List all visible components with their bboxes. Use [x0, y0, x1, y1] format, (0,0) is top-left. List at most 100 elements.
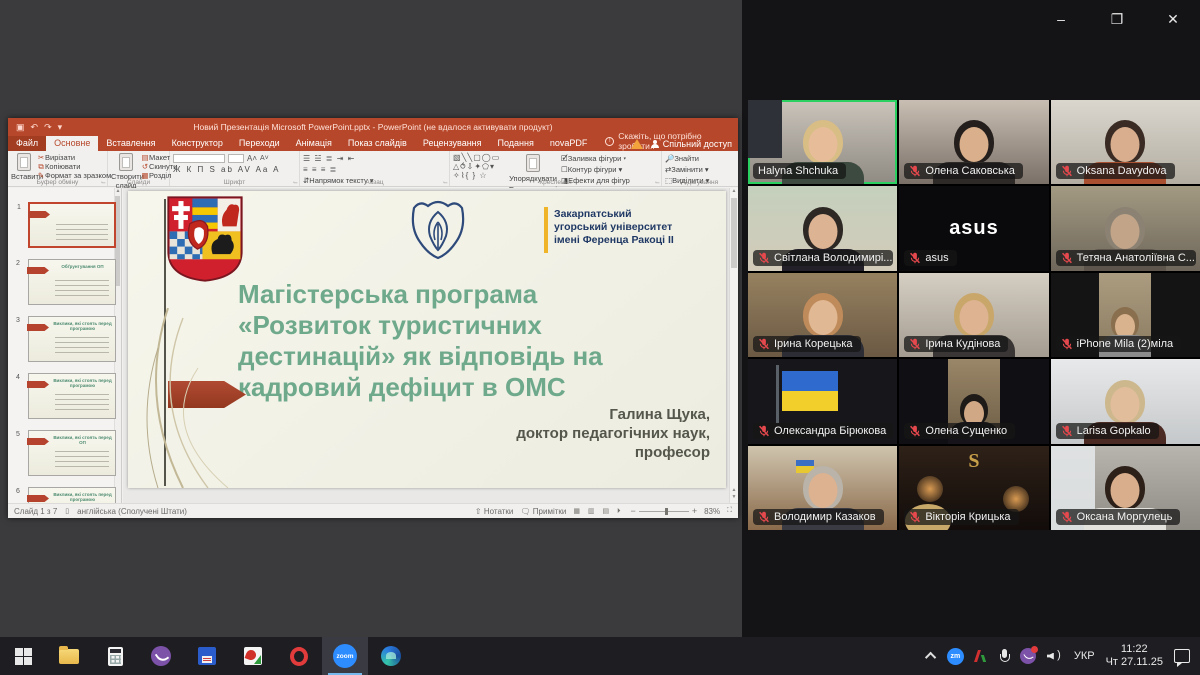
warning-icon[interactable] [631, 139, 643, 149]
taskbar-calculator-icon[interactable] [92, 637, 138, 675]
viber-tray-icon[interactable] [1020, 648, 1036, 664]
slide-thumbnail-4[interactable]: 4Виклики, які стоять перед програмою [28, 373, 116, 419]
muted-mic-icon [758, 338, 770, 350]
viber-icon [151, 646, 171, 666]
slide-thumbnail-2[interactable]: 2Обґрунтування ОП [28, 259, 116, 305]
ribbon-group-font: A˄ A˅ Ж К П S ab AV Aa A Шрифт ⌙ [170, 151, 300, 186]
paste-button[interactable]: Вставити [11, 153, 37, 181]
graphics-tray-icon[interactable] [975, 650, 989, 662]
taskbar: zoom zm УКР 11:22 Чт 27.11.25 [0, 637, 1200, 675]
previous-slide-button[interactable]: ▲ [730, 487, 738, 494]
tab-Анімація[interactable]: Анімація [288, 136, 340, 151]
shrink-font-icon[interactable]: A˅ [260, 155, 269, 162]
font-style-icons[interactable]: Ж К П S ab AV Aa A [173, 165, 280, 174]
participant-tile[interactable]: asusasus [899, 186, 1048, 270]
comments-toggle[interactable]: 🗨 Примітки [520, 507, 566, 516]
slide-author[interactable]: Галина Щука, доктор педагогічних наук, п… [410, 405, 710, 462]
coat-of-arms [167, 196, 243, 282]
tab-Конструктор[interactable]: Конструктор [164, 136, 231, 151]
list-icons[interactable]: ☰ ☱ ≣ ⇥ ⇤ [303, 154, 355, 163]
taskbar-image-viewer-icon[interactable] [230, 637, 276, 675]
zoom-level[interactable]: 83% [704, 507, 720, 516]
tab-Показ слайдів[interactable]: Показ слайдів [340, 136, 415, 151]
view-buttons[interactable]: ▦ ▥ ▤ ⏵ [573, 507, 623, 516]
muted-mic-icon [909, 252, 921, 264]
participant-tile[interactable]: Володимир Казаков [748, 446, 897, 530]
tab-Основне[interactable]: Основне [46, 136, 98, 151]
participant-tile[interactable]: Halyna Shchuka [748, 100, 897, 184]
notes-toggle[interactable]: ⇧ Нотатки [475, 507, 513, 516]
tab-Вставлення[interactable]: Вставлення [98, 136, 163, 151]
tab-novaPDF[interactable]: novaPDF [542, 136, 596, 151]
ukraine-flag [782, 371, 838, 411]
participant-tile[interactable]: Світлана Володимирі... [748, 186, 897, 270]
participant-tile[interactable]: Олена Сущенко [899, 359, 1048, 443]
zoom-slider[interactable]: −+ [631, 506, 698, 516]
tray-expand-icon[interactable] [925, 652, 936, 663]
slide-thumbnail-6[interactable]: 6Виклики, які стоять перед програмою [28, 487, 116, 503]
participant-tile[interactable]: Ірина Корецька [748, 273, 897, 357]
taskbar-edge-icon[interactable] [368, 637, 414, 675]
participant-tile[interactable]: Олександра Бірюкова [748, 359, 897, 443]
participant-tile[interactable]: Ірина Кудінова [899, 273, 1048, 357]
minimize-button[interactable]: – [1044, 6, 1078, 32]
slide-thumbnail-3[interactable]: 3Виклики, які стоять перед програмою [28, 316, 116, 362]
taskbar-zoom-icon[interactable]: zoom [322, 637, 368, 675]
tab-Рецензування[interactable]: Рецензування [415, 136, 490, 151]
ribbon: Вставити ✂Вирізати ⧉Копіювати ✎Формат за… [8, 151, 738, 187]
dialog-launcher-icon[interactable]: ⌙ [101, 179, 106, 186]
restore-button[interactable]: ❐ [1100, 6, 1134, 32]
speaker-tray-icon[interactable] [1047, 650, 1063, 663]
person-icon [651, 140, 659, 148]
shapes-gallery[interactable]: ▧╲╲▢◯▭△⥀⇩✦⬠▾✧⌇{ } ☆ [453, 153, 505, 180]
participant-tile[interactable]: Олена Саковська [899, 100, 1048, 184]
taskbar-viber-icon[interactable] [138, 637, 184, 675]
scrollbar-thumb[interactable] [731, 198, 737, 268]
action-center-icon[interactable] [1174, 649, 1190, 663]
zoom-tray-icon[interactable]: zm [947, 648, 964, 665]
participant-tile[interactable]: Oksana Davydova [1051, 100, 1200, 184]
participant-tile[interactable]: Оксана Моргулець [1051, 446, 1200, 530]
font-name-box[interactable] [173, 154, 225, 163]
participant-tile[interactable]: Larisa Gopkalo [1051, 359, 1200, 443]
vertical-scrollbar[interactable]: ▲ ▲▼ [729, 188, 738, 503]
participant-name: Larisa Gopkalo [1056, 423, 1159, 439]
slide-canvas: Закарпатський угорський університет імен… [123, 188, 729, 503]
spellcheck-icon[interactable]: ▯ [65, 507, 69, 515]
clock[interactable]: 11:22 Чт 27.11.25 [1106, 643, 1163, 669]
slide-title[interactable]: Магістерська програма «Розвиток туристич… [238, 279, 698, 403]
participant-tile[interactable]: SВікторія Крицька [899, 446, 1048, 530]
participant-name: Оксана Моргулець [1056, 509, 1181, 525]
microphone-tray-icon[interactable] [1000, 649, 1009, 664]
tab-Подання[interactable]: Подання [490, 136, 542, 151]
dialog-launcher-icon[interactable]: ⌙ [655, 179, 660, 186]
slide-thumbnail-1[interactable]: 1 [28, 202, 116, 248]
slide[interactable]: Закарпатський угорський університет імен… [128, 191, 726, 488]
grow-font-icon[interactable]: A˄ [247, 154, 257, 163]
find-button[interactable]: 🔎Знайти [665, 153, 734, 164]
taskbar-start-button[interactable] [0, 637, 46, 675]
status-bar: Слайд 1 з 7 ▯ англійська (Сполучені Штат… [8, 503, 738, 518]
replace-button[interactable]: ⇄Замінити ▾ [665, 164, 734, 175]
dialog-launcher-icon[interactable]: ⌙ [443, 179, 448, 186]
slide-thumbnail-5[interactable]: 5Виклики, які стоять перед ОП [28, 430, 116, 476]
tab-Переходи[interactable]: Переходи [231, 136, 288, 151]
participant-tile[interactable]: iPhone Mila (2)міла [1051, 273, 1200, 357]
dialog-launcher-icon[interactable]: ⌙ [293, 179, 298, 186]
language-indicator[interactable]: англійська (Сполучені Штати) [77, 507, 187, 516]
taskbar-backup-tool-icon[interactable] [184, 637, 230, 675]
close-button[interactable]: ✕ [1156, 6, 1190, 32]
language-switcher[interactable]: УКР [1074, 650, 1095, 662]
taskbar-file-explorer-icon[interactable] [46, 637, 92, 675]
font-size-box[interactable] [228, 154, 244, 163]
tab-Файл[interactable]: Файл [8, 136, 46, 151]
share-button[interactable]: Спільний доступ [651, 139, 732, 149]
participant-tile[interactable]: Тетяна Анатоліївна С... [1051, 186, 1200, 270]
next-slide-button[interactable]: ▼ [730, 494, 738, 501]
align-icons[interactable]: ≡ ≡ ≡ ≣ [303, 165, 337, 174]
taskbar-opera-icon[interactable] [276, 637, 322, 675]
shape-fill-button[interactable]: 🗹Заливка фігури ▾ [561, 153, 630, 164]
fit-window-icon[interactable]: ⛶ [727, 507, 732, 515]
muted-mic-icon [909, 165, 921, 177]
shape-outline-button[interactable]: ☐Контур фігури ▾ [561, 164, 630, 175]
